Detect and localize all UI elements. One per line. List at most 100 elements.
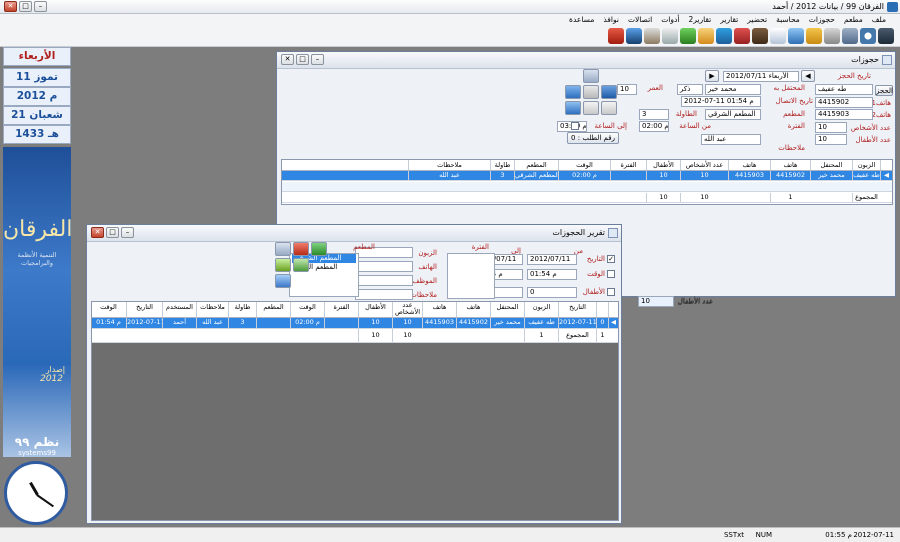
- col-notes: ملاحظات: [408, 160, 490, 170]
- from-date-field[interactable]: 2012/07/11: [527, 254, 577, 265]
- menu-reports2[interactable]: تقارير2: [688, 15, 711, 24]
- table-select[interactable]: 3: [639, 109, 669, 120]
- receipt-icon[interactable]: [698, 28, 714, 44]
- notes-field[interactable]: عبد الله: [701, 134, 761, 145]
- contact-label: المحتفل به: [773, 84, 805, 92]
- menu-tools[interactable]: أدوات: [661, 15, 679, 24]
- report-maximize-button[interactable]: □: [106, 227, 119, 238]
- edit-icon[interactable]: [788, 28, 804, 44]
- delete-icon[interactable]: [583, 85, 599, 99]
- time-checkbox[interactable]: [607, 270, 615, 278]
- next-date-button[interactable]: ◀: [801, 70, 815, 82]
- from-time-field[interactable]: 02:00 م: [639, 121, 669, 132]
- children-field[interactable]: 10: [815, 134, 847, 145]
- restaurant-select[interactable]: المطعم الشرقي: [705, 109, 761, 120]
- save-icon[interactable]: [601, 85, 617, 99]
- maximize-button[interactable]: □: [19, 1, 32, 12]
- day-label: الأربعاء: [3, 47, 71, 66]
- phone2-label: هاتف2: [871, 111, 892, 119]
- menu-reports[interactable]: تقارير: [720, 15, 738, 24]
- children-checkbox[interactable]: [607, 288, 615, 296]
- menu-contacts[interactable]: اتصالات: [628, 15, 652, 24]
- period-filter-label: الفترة: [471, 243, 489, 251]
- contact-date-field[interactable]: 2012-07-11 01:54 م: [681, 96, 761, 107]
- bookings-maximize-button[interactable]: □: [296, 54, 309, 65]
- print-report-icon[interactable]: [275, 242, 291, 256]
- tools-icon[interactable]: [806, 28, 822, 44]
- persons-field[interactable]: 10: [815, 122, 847, 133]
- copy-icon[interactable]: [583, 101, 599, 115]
- contacts-icon[interactable]: [752, 28, 768, 44]
- grid-header: الزبون المحتفل هاتف هاتف عدد الأشخاص الأ…: [282, 160, 892, 171]
- close-button[interactable]: ✕: [4, 1, 17, 12]
- exit-icon[interactable]: [878, 28, 894, 44]
- period-label: الفترة: [787, 122, 805, 130]
- menu-preparation[interactable]: تحضير: [747, 15, 767, 24]
- table-row[interactable]: ◀ طه عفيف محمد خير 4415902 4415903 10 10…: [282, 171, 892, 181]
- new-icon[interactable]: [565, 85, 581, 99]
- chart-icon[interactable]: [662, 28, 678, 44]
- menu-accounting[interactable]: محاسبة: [776, 15, 800, 24]
- phone-icon[interactable]: [626, 28, 642, 44]
- window-title: الفرقان 99 / بيانات 2012 / أحمد: [772, 2, 884, 11]
- col-phone2: هاتف: [728, 160, 770, 170]
- bookings-minimize-button[interactable]: –: [311, 54, 324, 65]
- option-checkbox[interactable]: [571, 122, 579, 130]
- date-checkbox[interactable]: ✓: [607, 255, 615, 263]
- col-restaurant: المطعم: [514, 160, 558, 170]
- export-icon[interactable]: [275, 274, 291, 288]
- map-icon[interactable]: [716, 28, 732, 44]
- children-footer-value: 10: [638, 296, 674, 307]
- confirm-icon[interactable]: [311, 242, 327, 256]
- print-list-icon[interactable]: [565, 101, 581, 115]
- calculator-icon[interactable]: [824, 28, 840, 44]
- restaurant-filter-label: المطعم: [353, 243, 375, 251]
- table-row[interactable]: [282, 182, 892, 192]
- stop-icon[interactable]: [608, 28, 624, 44]
- print-icon[interactable]: [583, 69, 599, 83]
- phone1-label: هاتف1: [871, 99, 892, 107]
- menu-bookings[interactable]: حجوزات: [809, 15, 835, 24]
- gregorian-year: 2012 م: [3, 87, 71, 106]
- request-number-button[interactable]: رقم الطلب : 0: [567, 132, 619, 144]
- book-button[interactable]: الحجز: [875, 85, 893, 96]
- menu-restaurant[interactable]: مطعم: [844, 15, 863, 24]
- window-icon: [882, 55, 892, 65]
- menu-help[interactable]: مساعدة: [569, 15, 594, 24]
- search-icon[interactable]: [860, 28, 876, 44]
- database-icon[interactable]: [842, 28, 858, 44]
- cupboard-icon[interactable]: [644, 28, 660, 44]
- position-filter-field[interactable]: [355, 275, 413, 286]
- brand-banner: الفرقان التنمية الأنظمة والبرامجيات إصدا…: [3, 147, 71, 457]
- booking-date-label: تاريخ الحجز: [837, 72, 871, 80]
- report-close-button[interactable]: ✕: [91, 227, 104, 238]
- prev-date-button[interactable]: ▶: [705, 70, 719, 82]
- period-list[interactable]: [447, 253, 495, 299]
- customer-name-field[interactable]: طه عفيف: [815, 84, 873, 95]
- refresh-icon[interactable]: [293, 258, 309, 272]
- booking-date-field[interactable]: الأربعاء 2012/07/11: [723, 71, 799, 82]
- menu-windows[interactable]: نوافذ: [603, 15, 619, 24]
- minimize-button[interactable]: –: [34, 1, 47, 12]
- puzzle-icon[interactable]: [734, 28, 750, 44]
- card-icon[interactable]: [680, 28, 696, 44]
- from-time-filter[interactable]: 01:54 م: [527, 269, 577, 280]
- menu-file[interactable]: ملف: [872, 15, 886, 24]
- cancel-icon[interactable]: [293, 242, 309, 256]
- age-field[interactable]: 10: [617, 84, 637, 95]
- contact-field[interactable]: محمد خير: [705, 84, 761, 95]
- col-table: طاولة: [490, 160, 514, 170]
- phone-filter-field[interactable]: [355, 261, 413, 272]
- report-minimize-button[interactable]: –: [121, 227, 134, 238]
- report-icon[interactable]: [770, 28, 786, 44]
- col-customer: الزبون: [852, 160, 880, 170]
- notes-filter-field[interactable]: [355, 289, 413, 300]
- list-icon[interactable]: [275, 258, 291, 272]
- phone1-field[interactable]: 4415902: [815, 97, 873, 108]
- children-from-field[interactable]: 0: [527, 287, 577, 298]
- gender-select[interactable]: ذكر: [677, 84, 703, 95]
- edit-record-icon[interactable]: [601, 101, 617, 115]
- table-row[interactable]: ◀ 0 2012-07-11 طه عفيف محمد خير 4415902 …: [92, 318, 618, 329]
- bookings-close-button[interactable]: ✕: [281, 54, 294, 65]
- phone2-field[interactable]: 4415903: [815, 109, 873, 120]
